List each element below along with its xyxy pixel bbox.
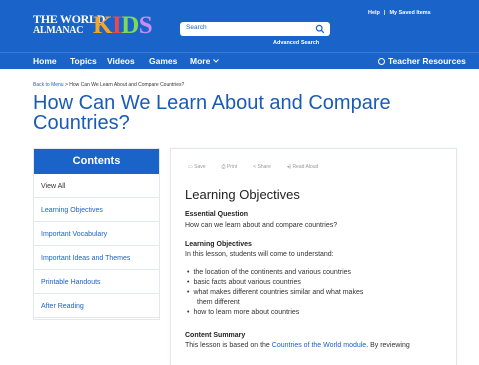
contents-item-learning-objectives[interactable]: Learning Objectives	[34, 199, 159, 222]
contents-item-important-vocabulary[interactable]: Important Vocabulary	[34, 223, 159, 246]
countries-module-link[interactable]: Countries of the World module	[272, 342, 366, 349]
section-heading: Learning Objectives	[185, 187, 300, 202]
content-summary-label: Content Summary	[185, 332, 246, 339]
article-tools: ▭ Save ⎙ Print < Share ◂) Read Aloud	[188, 164, 334, 170]
teacher-resources-link[interactable]: Teacher Resources	[378, 56, 466, 66]
learning-objectives-intro: In this lesson, students will come to un…	[185, 251, 334, 258]
share-button[interactable]: < Share	[253, 164, 279, 170]
essential-question-text: How can we learn about and compare count…	[185, 222, 338, 229]
chevron-down-icon	[212, 59, 219, 63]
contents-heading: Contents	[34, 149, 159, 174]
separator: |	[383, 10, 386, 16]
contents-item-printable-handouts[interactable]: Printable Handouts	[34, 271, 159, 294]
objective-item-continued: them different	[197, 299, 240, 306]
search-input[interactable]: Search	[180, 22, 330, 36]
learning-objectives-label: Learning Objectives	[185, 241, 252, 248]
advanced-search-link[interactable]: Advanced Search	[273, 40, 319, 46]
world-almanac-kids-logo[interactable]: THE WORLD ALMANAC KIDS	[33, 13, 153, 43]
logo-kids: KIDS	[93, 12, 153, 39]
breadcrumb-back-link[interactable]: Back to Menu	[33, 82, 64, 88]
contents-item-view-all[interactable]: View All	[34, 175, 159, 198]
breadcrumb: Back to Menu > How Can We Learn About an…	[33, 82, 185, 88]
article-panel: ▭ Save ⎙ Print < Share ◂) Read Aloud Learni…	[170, 148, 457, 365]
main-nav: Home Topics Videos Games More Teacher Re…	[0, 52, 479, 69]
page-title: How Can We Learn About and Compare Count…	[33, 92, 391, 134]
objective-item: basic facts about various countries	[187, 279, 300, 286]
read-aloud-button[interactable]: ◂) Read Aloud	[287, 164, 326, 170]
print-button[interactable]: ⎙ Print	[222, 164, 246, 170]
save-button[interactable]: ▭ Save	[188, 164, 214, 170]
objective-item: what makes different countries similar a…	[187, 289, 363, 296]
nav-home[interactable]: Home	[33, 56, 57, 66]
nav-games[interactable]: Games	[149, 56, 177, 66]
nav-more[interactable]: More	[190, 56, 219, 66]
objective-item: how to learn more about countries	[187, 309, 299, 316]
my-saved-items-link[interactable]: My Saved Items	[389, 10, 430, 16]
contents-item-important-ideas[interactable]: Important Ideas and Themes	[34, 247, 159, 270]
breadcrumb-current: How Can We Learn About and Compare Count…	[69, 82, 185, 88]
nav-topics[interactable]: Topics	[70, 56, 97, 66]
site-header: THE WORLD ALMANAC KIDS Search Advanced S…	[0, 0, 479, 52]
search-icon[interactable]	[315, 24, 325, 34]
contents-sidebar: Contents View All Learning Objectives Im…	[33, 148, 160, 320]
top-links: Help | My Saved Items	[368, 10, 431, 16]
essential-question-label: Essential Question	[185, 211, 249, 218]
content-summary-text: This lesson is based on the Countries of…	[185, 342, 410, 349]
search-placeholder: Search	[186, 24, 207, 31]
contents-item-after-reading[interactable]: After Reading	[34, 295, 159, 318]
help-link[interactable]: Help	[368, 10, 380, 16]
teacher-icon	[378, 58, 385, 65]
objective-item: the location of the continents and vario…	[187, 269, 351, 276]
nav-videos[interactable]: Videos	[107, 56, 135, 66]
